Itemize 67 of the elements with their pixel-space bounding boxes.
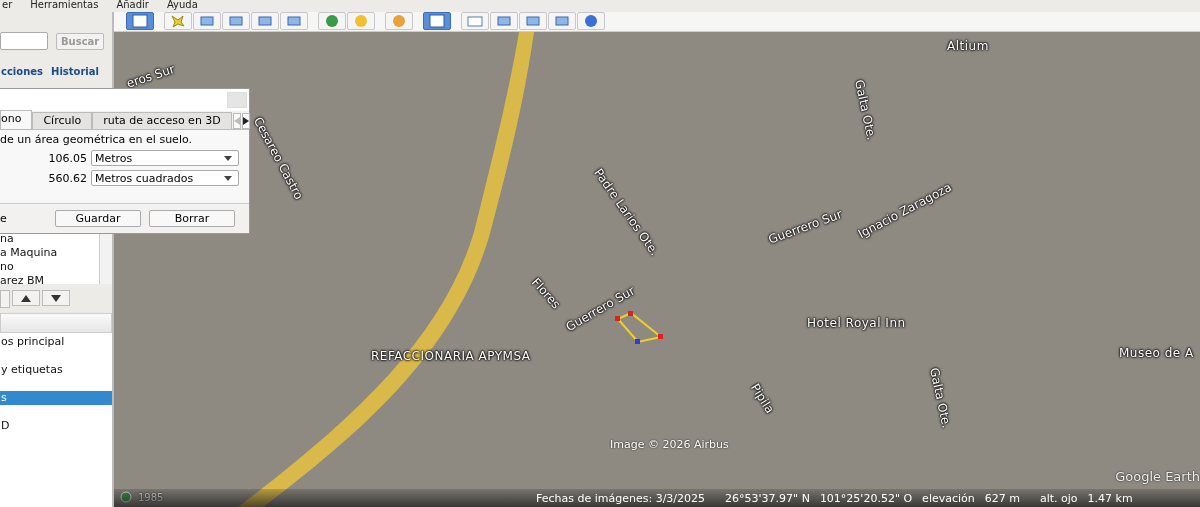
toolbar-button[interactable] xyxy=(193,12,221,30)
toolbar-button[interactable] xyxy=(423,12,451,30)
place-item[interactable]: arez BM xyxy=(0,274,99,288)
place-item[interactable]: a Maquina xyxy=(0,246,99,260)
logo-text: Google Earth xyxy=(1115,469,1200,484)
place-item[interactable]: na xyxy=(0,232,99,246)
menu-item[interactable]: er xyxy=(2,0,13,12)
measured-polygon-drawing xyxy=(613,311,665,345)
menu-item[interactable]: Herramientas xyxy=(30,0,99,12)
toolbar-button[interactable] xyxy=(490,12,518,30)
imagery-attribution: Image © 2026 Airbus xyxy=(610,438,729,451)
toolbar-button[interactable] xyxy=(519,12,547,30)
layer-item[interactable]: s xyxy=(0,391,112,405)
place-label: Hotel Royal Inn xyxy=(807,316,906,330)
eye-altitude-value: 1.47 km xyxy=(1087,491,1133,505)
search-field[interactable] xyxy=(0,32,48,50)
street-label: Galta Ote. xyxy=(852,78,879,142)
place-item[interactable]: no xyxy=(0,260,99,274)
longitude: 101°25'20.52" O xyxy=(819,491,913,505)
toolbar-button[interactable] xyxy=(318,12,346,30)
right-arrow-icon xyxy=(242,117,249,125)
dialog-tab[interactable]: Círculo xyxy=(32,112,93,129)
toolbar-button[interactable] xyxy=(280,12,308,30)
menu-item[interactable]: Ayuda xyxy=(166,0,198,12)
blank-button[interactable] xyxy=(0,290,10,308)
toolbar-button[interactable] xyxy=(164,12,192,30)
up-arrow-icon xyxy=(21,294,31,302)
move-up-button[interactable] xyxy=(12,290,40,306)
menu-item[interactable]: Añadir xyxy=(116,0,149,12)
elevation-value: 627 m xyxy=(984,491,1020,505)
latitude: 26°53'37.97" N xyxy=(725,491,810,505)
dialog-label: e xyxy=(0,212,8,225)
panel-tab[interactable]: cciones xyxy=(1,66,43,77)
street-label: eros Sur xyxy=(124,62,177,91)
place-label: Museo de A xyxy=(1119,346,1194,360)
layer-item[interactable]: y etiquetas xyxy=(0,363,112,377)
caret-icon xyxy=(224,175,232,181)
toolbar-button[interactable] xyxy=(251,12,279,30)
dialog-description: de un área geométrica en el suelo. xyxy=(0,133,193,146)
measurement-value: 560.62 xyxy=(48,171,87,185)
toolbar-button[interactable] xyxy=(577,12,605,30)
globe-icon xyxy=(582,14,600,28)
layer-item[interactable]: D xyxy=(0,419,112,433)
scroll-right-button[interactable] xyxy=(241,113,250,129)
dialog-tab[interactable]: ono xyxy=(0,110,33,129)
imagery-date: Fechas de imágenes: 3/3/2025 xyxy=(536,491,706,505)
dialog-button[interactable]: Borrar xyxy=(149,210,235,227)
toolbar-button[interactable] xyxy=(222,12,250,30)
toolbar-button[interactable] xyxy=(548,12,576,30)
down-arrow-icon xyxy=(51,294,61,302)
street-label: Galta Ote. xyxy=(927,366,954,430)
move-down-button[interactable] xyxy=(42,290,70,306)
layer-item[interactable]: os principal xyxy=(0,335,112,349)
eye-altitude-label: alt. ojo xyxy=(1040,491,1078,505)
dialog-tab[interactable]: ruta de acceso en 3D xyxy=(92,112,232,129)
dialog-button[interactable]: Guardar xyxy=(55,210,141,227)
measurement-value: 106.05 xyxy=(48,151,87,165)
panel-tab[interactable]: Historial xyxy=(51,66,99,77)
place-label: Altium xyxy=(947,39,989,53)
unit-dropdown[interactable]: Metros xyxy=(91,150,239,166)
unit-dropdown[interactable]: Metros cuadrados xyxy=(91,170,239,186)
toolbar-button[interactable] xyxy=(126,12,154,30)
scrollbar[interactable] xyxy=(99,232,112,284)
elevation-label: elevación xyxy=(922,491,975,505)
history-year: 1985 xyxy=(138,491,164,503)
left-arrow-icon xyxy=(233,117,240,125)
caret-icon xyxy=(224,155,232,161)
